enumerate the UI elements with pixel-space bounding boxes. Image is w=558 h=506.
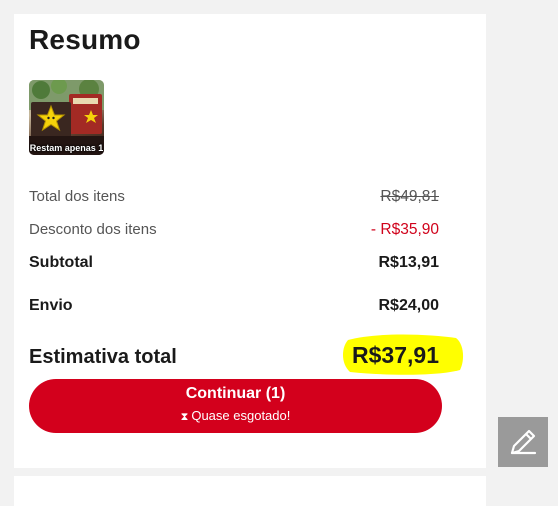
stock-badge: Restam apenas 1 (29, 143, 104, 153)
hourglass-icon: ⧗ (180, 411, 189, 423)
subtotal-label: Subtotal (29, 254, 93, 271)
items-total-label: Total dos itens (29, 188, 125, 205)
summary-title: Resumo (29, 24, 141, 55)
total-label: Estimativa total (29, 346, 177, 368)
subtotal-value: R$13,91 (378, 254, 440, 271)
continue-button-label: Continuar (1) (185, 385, 286, 402)
pencil-icon (510, 429, 537, 455)
total-value-wrap: R$37,91 (343, 334, 464, 375)
items-total-row: Total dos itens R$49,81 (29, 188, 439, 206)
stock-warning: ⧗ Quase esgotado! (29, 408, 442, 424)
subtotal-row: Subtotal R$13,91 (29, 254, 439, 272)
discount-row: Desconto dos itens - R$35,90 (29, 221, 439, 239)
edit-button[interactable] (498, 417, 548, 467)
shipping-value: R$24,00 (378, 297, 440, 314)
next-card (14, 476, 486, 506)
total-row: Estimativa total R$37,91 (29, 334, 464, 375)
discount-label: Desconto dos itens (29, 221, 157, 238)
continue-button[interactable]: Continuar (1) ⧗ Quase esgotado! (29, 379, 442, 433)
shipping-label: Envio (29, 297, 73, 314)
total-value: R$37,91 (352, 342, 439, 368)
stock-warning-text: Quase esgotado! (191, 408, 291, 423)
cart-item-thumbnail[interactable]: Restam apenas 1 (29, 80, 104, 155)
discount-value: - R$35,90 (370, 221, 439, 238)
items-total-value: R$49,81 (380, 188, 439, 205)
shipping-row: Envio R$24,00 (29, 297, 439, 315)
